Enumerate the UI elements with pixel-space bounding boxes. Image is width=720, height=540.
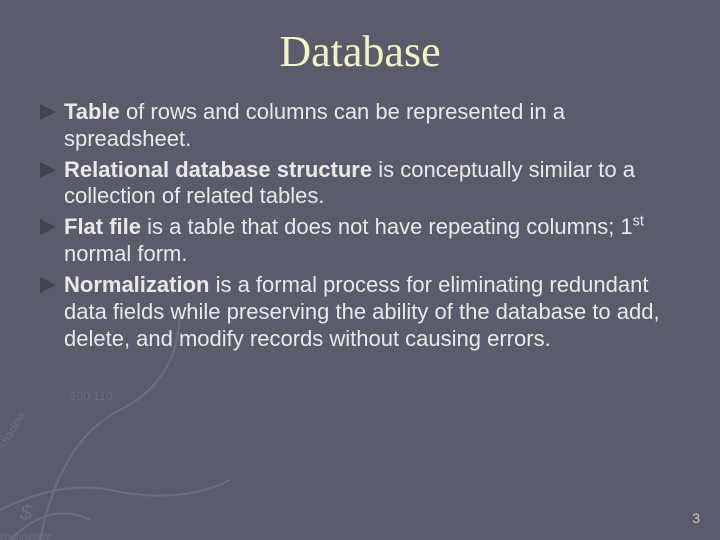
bullet-arrow-icon (40, 162, 58, 180)
bullet-text: Relational database structure is concept… (64, 157, 680, 211)
bullet-text: Table of rows and columns can be represe… (64, 99, 680, 153)
bullet-item: Flat file is a table that does not have … (40, 214, 680, 268)
slide: Database Table of rows and columns can b… (0, 0, 720, 540)
bullet-lead: Flat file (64, 214, 141, 239)
bullet-item: Relational database structure is concept… (40, 157, 680, 211)
slide-title: Database (40, 26, 680, 77)
bullet-arrow-icon (40, 219, 58, 237)
bullet-item: Normalization is a formal process for el… (40, 272, 680, 352)
bullet-rest: of rows and columns can be represented i… (64, 99, 565, 151)
bullet-rest: is a table that does not have repeating … (64, 214, 644, 266)
bullet-lead: Normalization (64, 272, 209, 297)
bullet-text: Flat file is a table that does not have … (64, 214, 680, 268)
bullet-arrow-icon (40, 104, 58, 122)
bullet-arrow-icon (40, 277, 58, 295)
bullet-lead: Table (64, 99, 120, 124)
bullet-list: Table of rows and columns can be represe… (40, 99, 680, 352)
bullet-text: Normalization is a formal process for el… (64, 272, 680, 352)
bullet-item: Table of rows and columns can be represe… (40, 99, 680, 153)
bullet-lead: Relational database structure (64, 157, 372, 182)
page-number: 3 (692, 510, 700, 526)
